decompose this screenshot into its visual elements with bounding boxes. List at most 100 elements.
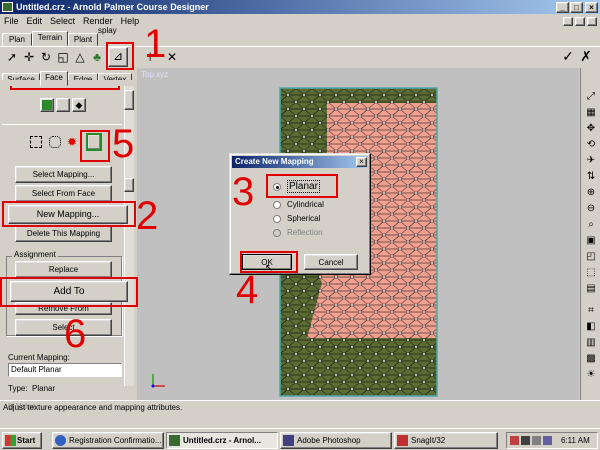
photoshop-icon bbox=[283, 435, 294, 446]
task-snagit-label: SnagIt/32 bbox=[411, 436, 446, 445]
speaker-icon[interactable] bbox=[532, 436, 541, 445]
rotate-icon[interactable]: ↻ bbox=[38, 49, 54, 65]
close-button[interactable]: × bbox=[585, 2, 598, 13]
radio-reflection-label: Reflection bbox=[287, 228, 323, 237]
annotation-box-3 bbox=[266, 174, 338, 198]
current-mapping-field[interactable]: Default Planar bbox=[8, 363, 122, 377]
tab-plan[interactable]: Plan bbox=[2, 33, 32, 46]
mdi-restore-button[interactable] bbox=[575, 17, 585, 26]
zoom-extents-icon[interactable]: ▣ bbox=[584, 234, 598, 248]
start-button[interactable]: Start bbox=[2, 432, 42, 449]
scale-icon[interactable]: ◱ bbox=[55, 49, 71, 65]
task-untitled[interactable]: Untitled.crz - Arnol... bbox=[166, 432, 278, 449]
select-lasso-icon[interactable] bbox=[49, 136, 61, 148]
dialog-close-icon[interactable]: × bbox=[356, 157, 367, 167]
radio-spherical[interactable] bbox=[273, 215, 281, 223]
right-toolbar: ⤢ ▦ ✥ ⟲ ✈ ⇅ ⊕ ⊖ ⌕ ▣ ◰ ⬚ ▤ ⌗ ◧ ▥ ▩ ☀ bbox=[580, 68, 600, 400]
dialog-cancel-button[interactable]: Cancel bbox=[304, 254, 358, 270]
select-from-face-button[interactable]: Select From Face bbox=[15, 185, 112, 202]
mdi-minimize-button[interactable] bbox=[563, 17, 573, 26]
lighting-icon[interactable]: ☀ bbox=[584, 368, 598, 382]
task-snagit[interactable]: SnagIt/32 bbox=[394, 432, 498, 449]
radio-cylindrical-label[interactable]: Cylindrical bbox=[287, 200, 324, 209]
title-bar: Untitled.crz - Arnold Palmer Course Desi… bbox=[0, 0, 600, 14]
menu-bar: File Edit Select Render Help bbox=[0, 14, 600, 28]
view-icon[interactable]: ▦ bbox=[584, 106, 598, 120]
menu-file[interactable]: File bbox=[0, 14, 23, 28]
mdi-close-button[interactable] bbox=[587, 17, 597, 26]
zoom-selected-icon[interactable]: ◰ bbox=[584, 250, 598, 264]
annotation-number-6: 6 bbox=[64, 312, 87, 356]
task-photoshop[interactable]: Adobe Photoshop bbox=[280, 432, 392, 449]
annotation-number-3: 3 bbox=[232, 170, 255, 214]
annotation-number-5: 5 bbox=[112, 122, 135, 166]
type-value: Planar bbox=[32, 384, 56, 393]
pan-icon[interactable]: ✥ bbox=[584, 122, 598, 136]
replace-button[interactable]: Replace bbox=[15, 261, 112, 278]
annotation-number-4: 4 bbox=[236, 268, 259, 312]
green-texture-icon[interactable] bbox=[40, 98, 54, 112]
select-mapping-button[interactable]: Select Mapping... bbox=[15, 166, 112, 183]
fly-icon[interactable]: ✈ bbox=[584, 154, 598, 168]
wireframe-icon[interactable]: ⌗ bbox=[584, 304, 598, 318]
panel-top-highlight bbox=[10, 86, 120, 90]
tab-face[interactable]: Face bbox=[40, 71, 68, 86]
shading-icon[interactable]: ◧ bbox=[584, 320, 598, 334]
minimize-button[interactable]: _ bbox=[556, 2, 569, 13]
tray-icon-4[interactable] bbox=[543, 436, 552, 445]
grid-icon[interactable]: ▤ bbox=[584, 282, 598, 296]
menu-help[interactable]: Help bbox=[117, 14, 144, 28]
zoom-icon[interactable]: ⤢ bbox=[584, 90, 598, 104]
tab-overlay-text: splay bbox=[98, 26, 117, 35]
zoom-out-icon[interactable]: ⊖ bbox=[584, 202, 598, 216]
tray-icon-1[interactable] bbox=[510, 436, 519, 445]
tray-icon-2[interactable] bbox=[521, 436, 530, 445]
terrain-tool-icon[interactable]: △ bbox=[72, 49, 88, 65]
system-tray: 6:11 AM bbox=[506, 432, 598, 449]
app-icon[interactable] bbox=[2, 2, 13, 12]
menu-edit[interactable]: Edit bbox=[23, 14, 47, 28]
cancel-x-icon[interactable]: ✗ bbox=[578, 48, 594, 64]
windows-logo-icon bbox=[5, 435, 16, 446]
annotation-number-1: 1 bbox=[144, 22, 167, 66]
panel-divider bbox=[2, 124, 122, 125]
scroll-thumb[interactable] bbox=[124, 178, 134, 192]
annotation-box-1 bbox=[106, 42, 134, 70]
move-icon[interactable]: ✛ bbox=[21, 49, 37, 65]
zoom-in-icon[interactable]: ⊕ bbox=[584, 186, 598, 200]
dialog-title: Create New Mapping bbox=[232, 156, 368, 168]
annotation-box-6 bbox=[0, 277, 138, 307]
axis-gizmo-icon bbox=[151, 374, 165, 388]
tab-terrain[interactable]: Terrain bbox=[32, 31, 68, 46]
task-registration-label: Registration Confirmatio... bbox=[69, 436, 162, 445]
delete-mapping-button[interactable]: Delete This Mapping bbox=[15, 225, 112, 242]
task-registration[interactable]: Registration Confirmatio... bbox=[52, 432, 164, 449]
pointer-icon[interactable]: ➚ bbox=[4, 49, 20, 65]
window-title: Untitled.crz - Arnold Palmer Course Desi… bbox=[16, 2, 209, 12]
orbit-icon[interactable]: ⟲ bbox=[584, 138, 598, 152]
tab-plant[interactable]: Plant bbox=[68, 33, 98, 46]
zoom-window-icon[interactable]: ⌕ bbox=[584, 218, 598, 232]
delete-icon[interactable]: ✕ bbox=[164, 49, 180, 65]
snagit-icon bbox=[397, 435, 408, 446]
select-rect-icon[interactable] bbox=[30, 136, 42, 148]
texture-view-icon[interactable]: ▥ bbox=[584, 336, 598, 350]
radio-cylindrical[interactable] bbox=[273, 201, 281, 209]
start-label: Start bbox=[17, 436, 36, 445]
render-icon[interactable]: ▩ bbox=[584, 352, 598, 366]
walk-icon[interactable]: ⇅ bbox=[584, 170, 598, 184]
select-paint-icon[interactable]: ✹ bbox=[67, 135, 77, 149]
scroll-thumb-top[interactable] bbox=[124, 90, 134, 110]
menu-select[interactable]: Select bbox=[46, 14, 79, 28]
maximize-button[interactable]: □ bbox=[570, 2, 583, 13]
texture-grid-icon[interactable] bbox=[56, 98, 70, 112]
frame-icon[interactable]: ⬚ bbox=[584, 266, 598, 280]
checkmark-icon[interactable]: ✓ bbox=[560, 48, 576, 64]
annotation-box-5 bbox=[80, 130, 110, 162]
status-bar: Adjust texture appearance and mapping at… bbox=[0, 400, 600, 413]
clock[interactable]: 6:11 AM bbox=[561, 436, 590, 445]
radio-spherical-label[interactable]: Spherical bbox=[287, 214, 320, 223]
paint-icon[interactable]: ♣ bbox=[89, 49, 105, 65]
task-untitled-label: Untitled.crz - Arnol... bbox=[183, 436, 261, 445]
fill-icon[interactable]: ◆ bbox=[72, 98, 86, 112]
